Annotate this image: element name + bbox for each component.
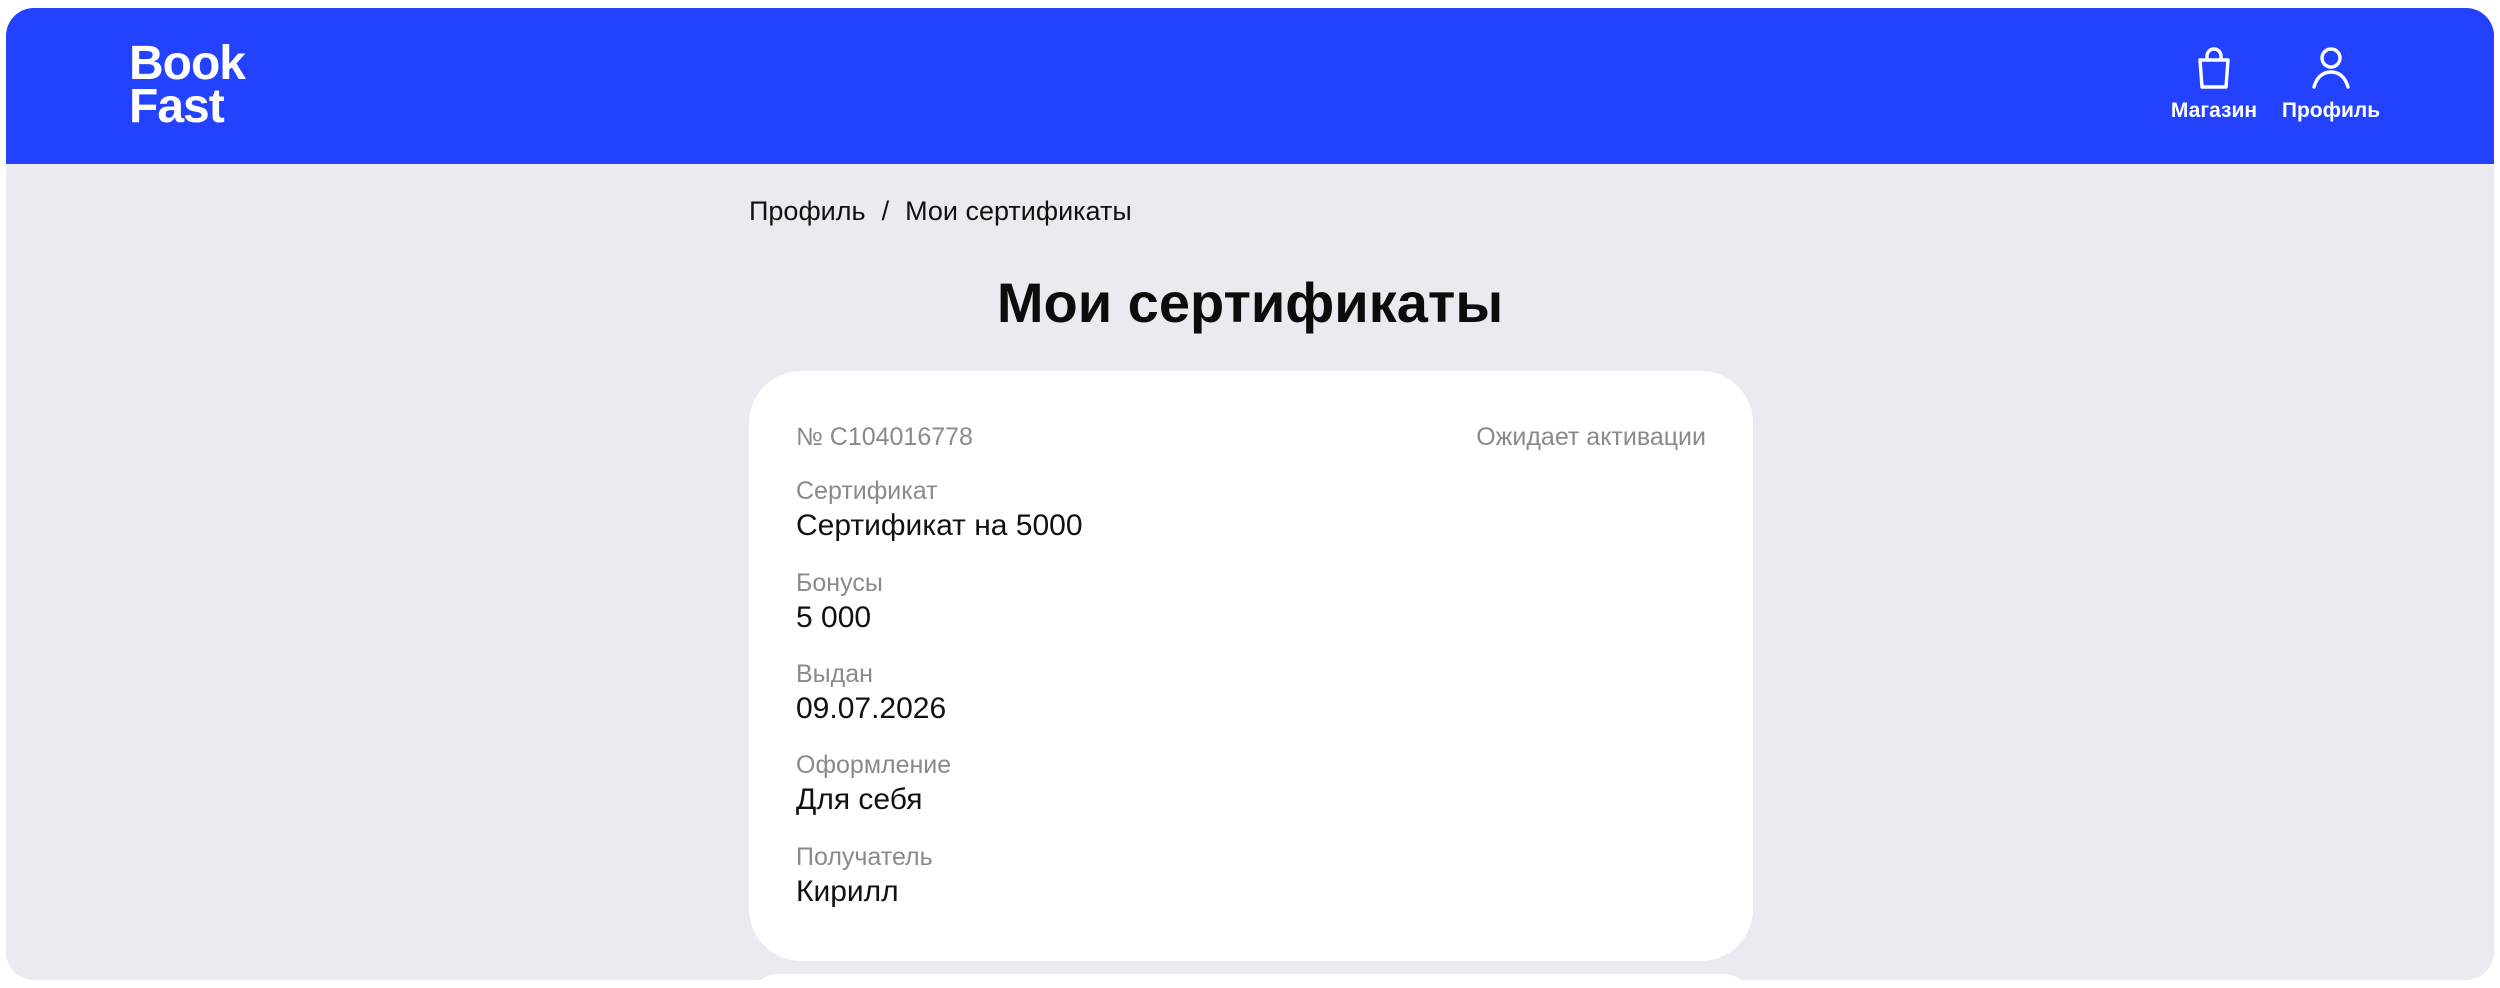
certificate-number: № C104016778: [796, 423, 973, 451]
page-title: Мои сертификаты: [996, 271, 1504, 334]
logo-line-2: Fast: [129, 80, 225, 133]
field-label: Бонусы: [796, 569, 883, 597]
field-certificate: Сертификат Сертификат на 5000: [796, 475, 1083, 545]
app-frame: Book Fast Магазин Профиль Профиль / Мои …: [6, 8, 2494, 980]
shopping-bag-icon: [2198, 47, 2230, 89]
field-value: Кирилл: [796, 875, 899, 908]
field-label: Получатель: [796, 843, 933, 871]
nav-profile-label: Профиль: [2281, 99, 2381, 122]
field-label: Оформление: [796, 751, 952, 779]
field-recipient: Получатель Кирилл: [796, 841, 933, 911]
field-value: 09.07.2026: [796, 692, 947, 725]
top-bar: Book Fast Магазин Профиль: [6, 8, 2494, 164]
next-certificate-card[interactable]: [749, 974, 1753, 980]
status-badge: Ожидает активации: [1476, 423, 1706, 451]
nav-shop-button[interactable]: Магазин: [2144, 44, 2284, 123]
logo[interactable]: Book Fast: [129, 37, 246, 133]
field-value: 5 000: [796, 601, 872, 634]
certificate-card[interactable]: № C104016778 Ожидает активации Сертифика…: [749, 371, 1753, 961]
logo-line-1: Book: [129, 37, 246, 90]
nav-shop-label: Магазин: [2170, 99, 2258, 122]
field-value: Сертификат на 5000: [796, 509, 1083, 542]
user-icon: [2312, 47, 2350, 89]
field-value: Для себя: [796, 783, 923, 816]
breadcrumb-separator: /: [881, 196, 890, 226]
field-label: Выдан: [796, 660, 873, 688]
field-design: Оформление Для себя: [796, 749, 951, 819]
nav-profile-button[interactable]: Профиль: [2271, 44, 2391, 123]
field-issued: Выдан 09.07.2026: [796, 658, 946, 728]
breadcrumb-current: Мои сертификаты: [905, 196, 1132, 226]
field-label: Сертификат: [796, 477, 938, 505]
field-bonuses: Бонусы 5 000: [796, 567, 883, 637]
breadcrumb-profile-link[interactable]: Профиль: [749, 196, 866, 227]
breadcrumb: Профиль / Мои сертификаты: [749, 196, 1132, 227]
